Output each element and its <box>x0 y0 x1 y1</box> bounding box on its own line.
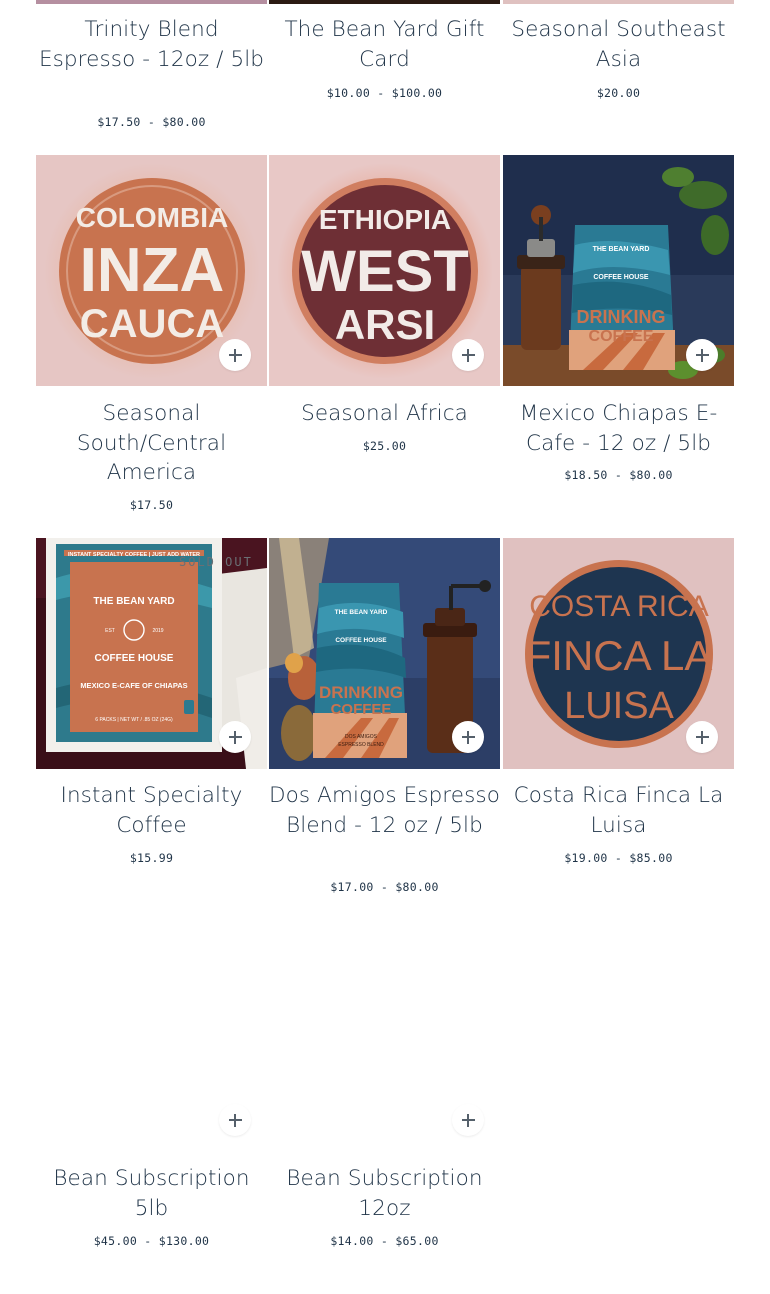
label-line-2: WEST <box>301 239 469 304</box>
quick-add-button[interactable] <box>686 339 718 371</box>
product-title[interactable]: The Bean Yard Gift Card <box>269 15 500 74</box>
box-text-5: COFFEE HOUSE <box>95 653 174 664</box>
bag-text-1: THE BEAN YARD <box>593 246 650 253</box>
product-price: $15.99 <box>129 851 174 865</box>
quick-add-button[interactable] <box>219 721 251 753</box>
box-text-3: EST <box>105 628 115 634</box>
product-image[interactable] <box>36 0 267 4</box>
product-title[interactable]: Trinity Blend Espresso - 12oz / 5lb <box>36 15 267 74</box>
label-line-2: FINCA LA <box>526 632 713 679</box>
label-line-3: CAUCA <box>80 302 224 346</box>
label-line-1: COLOMBIA <box>76 202 228 233</box>
product-price: $45.00 - $130.00 <box>93 1234 210 1248</box>
product-price: $25.00 <box>362 439 407 453</box>
label-line-1: ETHIOPIA <box>319 204 451 235</box>
quick-add-button[interactable] <box>452 721 484 753</box>
product-title[interactable]: Costa Rica Finca La Luisa <box>503 781 734 840</box>
product-title[interactable]: Instant Specialty Coffee <box>36 781 267 840</box>
product-title[interactable]: Seasonal South/Central America <box>36 399 267 488</box>
label-line-2: INZA <box>80 236 225 305</box>
label-line-3: ARSI <box>335 301 435 348</box>
bag-text-4: COFFEE <box>331 701 392 718</box>
product-image[interactable] <box>503 0 734 4</box>
quick-add-button[interactable] <box>219 339 251 371</box>
product-price: $17.50 - $80.00 <box>97 115 206 129</box>
product-price: $17.00 - $80.00 <box>330 880 439 894</box>
product-title[interactable]: Dos Amigos Espresso Blend - 12 oz / 5lb <box>269 781 500 840</box>
sold-out-badge: SOLD OUT <box>179 555 253 569</box>
product-price: $17.50 <box>129 498 174 512</box>
product-title[interactable]: Bean Subscription 5lb <box>36 1164 267 1223</box>
bag-text-5: DOS AMIGOS <box>345 734 378 740</box>
bag-text-4: COFFEE <box>589 328 654 345</box>
box-text-7: 6 PACKS | NET WT / .85 OZ (24G) <box>95 717 173 723</box>
product-title[interactable]: Seasonal Southeast Asia <box>503 15 734 74</box>
quick-add-button[interactable] <box>219 1104 251 1136</box>
bag-text-6: ESPRESSO BLEND <box>338 742 384 748</box>
product-title[interactable]: Bean Subscription 12oz <box>269 1164 500 1223</box>
product-price: $10.00 - $100.00 <box>326 86 443 100</box>
bag-text-2: COFFEE HOUSE <box>593 274 649 281</box>
product-title[interactable]: Seasonal Africa <box>269 399 500 429</box>
bag-text-2: COFFEE HOUSE <box>335 637 387 644</box>
quick-add-button[interactable] <box>686 721 718 753</box>
quick-add-button[interactable] <box>452 1104 484 1136</box>
box-text-2: THE BEAN YARD <box>93 596 174 607</box>
quick-add-button[interactable] <box>452 339 484 371</box>
product-price: $18.50 - $80.00 <box>564 468 673 482</box>
box-text-6: MEXICO E-CAFE OF CHIAPAS <box>80 681 187 690</box>
product-image[interactable] <box>269 0 500 4</box>
box-text-4: 2019 <box>152 628 163 634</box>
product-title[interactable]: Mexico Chiapas E-Cafe - 12 oz / 5lb <box>503 399 734 458</box>
bag-text-3: DRINKING <box>319 683 403 702</box>
product-price: $20.00 <box>596 86 641 100</box>
bag-text-3: DRINKING <box>577 307 666 327</box>
product-price: $14.00 - $65.00 <box>330 1234 439 1248</box>
bag-text-1: THE BEAN YARD <box>335 609 388 616</box>
label-line-1: COSTA RICA <box>529 590 708 623</box>
product-price: $19.00 - $85.00 <box>564 851 673 865</box>
label-line-3: LUISA <box>564 685 674 727</box>
